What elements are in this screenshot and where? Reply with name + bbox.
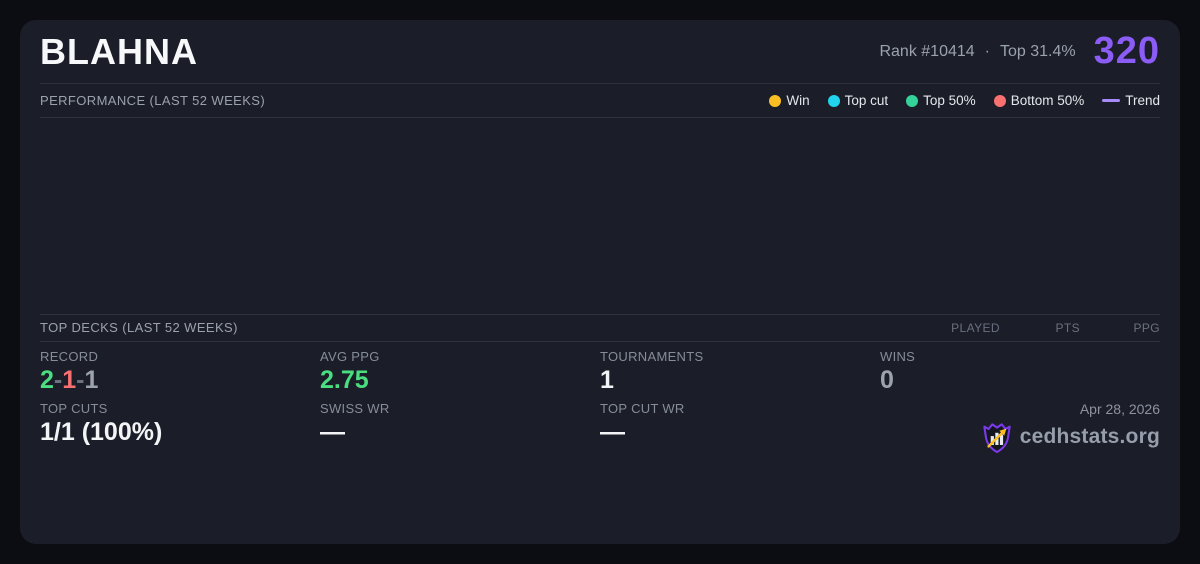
top-percent-text: Top 31.4%: [999, 42, 1076, 60]
chart-legend: Win Top cut Top 50% Bottom 50% Trend: [769, 93, 1160, 108]
stat-tournaments: TOURNAMENTS 1: [600, 349, 880, 401]
stat-label: SWISS WR: [320, 400, 390, 416]
rank-line: Rank #10414 · Top 31.4%: [879, 43, 1075, 61]
record-value: 2-1-1: [40, 365, 320, 394]
footer: Apr 28, 2026 cedhstats.org: [880, 401, 1160, 545]
legend-item-win: Win: [769, 93, 810, 108]
trend-line-icon: [1102, 99, 1121, 102]
swiss-wr-value: —: [320, 417, 345, 446]
column-header-ppg: PPG: [1133, 320, 1160, 335]
stat-label: TOURNAMENTS: [600, 348, 704, 364]
legend-label: Top cut: [844, 93, 889, 108]
top-cut-wr-value: —: [600, 417, 625, 446]
legend-label: Win: [786, 93, 810, 108]
tournaments-value: 1: [600, 365, 614, 394]
stat-label: AVG PPG: [320, 348, 380, 364]
win-dot-icon: [769, 94, 782, 107]
top-decks-section-title: TOP DECKS (LAST 52 WEEKS): [40, 320, 238, 335]
legend-label: Top 50%: [923, 93, 976, 108]
stat-label: WINS: [880, 348, 916, 364]
stats-grid: RECORD 2-1-1 AVG PPG 2.75 TOURNAMENTS 1 …: [40, 342, 1160, 545]
cedhstats-logo-icon: [983, 422, 1011, 453]
brand-text: cedhstats.org: [1019, 424, 1160, 448]
legend-label: Trend: [1125, 93, 1160, 108]
bottom-50-dot-icon: [993, 94, 1006, 107]
stat-top-cut-wr: TOP CUT WR —: [600, 401, 880, 545]
stat-label: RECORD: [40, 348, 99, 364]
stat-record: RECORD 2-1-1: [40, 349, 320, 401]
top-decks-columns: PLAYED PTS PPG: [905, 321, 1160, 335]
record-wins: 2: [40, 365, 54, 394]
column-header-played: PLAYED: [951, 320, 1000, 335]
legend-item-top-cut: Top cut: [827, 93, 889, 108]
brand[interactable]: cedhstats.org: [982, 420, 1160, 454]
record-losses: 1: [62, 365, 77, 394]
top-cuts-value: 1/1 (100%): [40, 417, 163, 446]
stat-label: TOP CUTS: [40, 400, 108, 416]
stat-top-cuts: TOP CUTS 1/1 (100%): [40, 401, 320, 545]
performance-header: PERFORMANCE (LAST 52 WEEKS) Win Top cut …: [40, 84, 1160, 117]
top-decks-header: TOP DECKS (LAST 52 WEEKS) PLAYED PTS PPG: [40, 315, 1160, 341]
top-cut-dot-icon: [827, 94, 840, 107]
score-value: 320: [1093, 30, 1160, 72]
stat-swiss-wr: SWISS WR —: [320, 401, 600, 545]
column-header-pts: PTS: [1055, 320, 1080, 335]
legend-item-trend: Trend: [1102, 93, 1160, 108]
legend-item-top-50: Top 50%: [906, 93, 976, 108]
record-draws: 1: [84, 365, 99, 394]
performance-chart: [40, 118, 1160, 314]
header-right: Rank #10414 · Top 31.4% 320: [879, 30, 1160, 73]
avg-ppg-value: 2.75: [320, 365, 369, 394]
wins-value: 0: [880, 365, 894, 394]
stat-wins: WINS 0: [880, 349, 1160, 401]
record-dash: -: [53, 365, 63, 394]
stat-avg-ppg: AVG PPG 2.75: [320, 349, 600, 401]
card-header: BLAHNA Rank #10414 · Top 31.4% 320: [40, 20, 1160, 83]
performance-section-title: PERFORMANCE (LAST 52 WEEKS): [40, 93, 266, 108]
stats-card: BLAHNA Rank #10414 · Top 31.4% 320 PERFO…: [20, 20, 1180, 544]
rank-separator: ·: [984, 42, 990, 60]
stat-label: TOP CUT WR: [600, 400, 685, 416]
rank-text: Rank #10414: [879, 42, 975, 60]
legend-label: Bottom 50%: [1010, 93, 1085, 108]
player-name: BLAHNA: [40, 30, 198, 72]
legend-item-bottom-50: Bottom 50%: [993, 93, 1085, 108]
card-date: Apr 28, 2026: [1079, 400, 1160, 417]
top-50-dot-icon: [906, 94, 919, 107]
